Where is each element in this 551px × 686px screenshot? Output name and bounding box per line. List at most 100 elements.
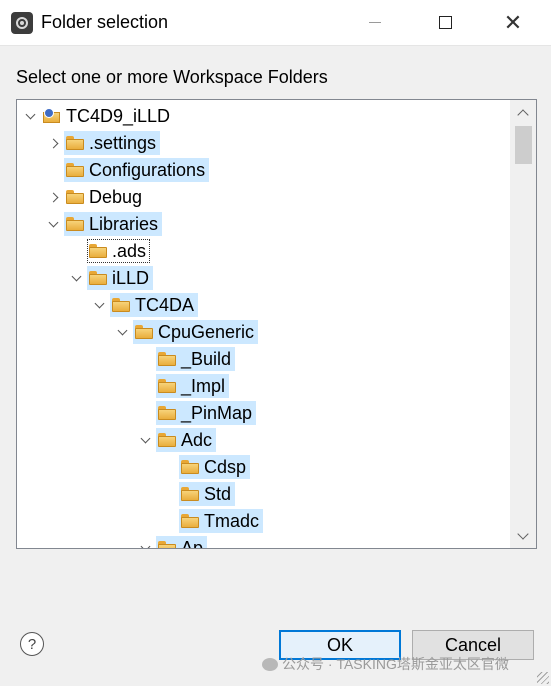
- tree-item-body[interactable]: Debug: [64, 185, 146, 209]
- tree-item-body[interactable]: Std: [179, 482, 236, 506]
- tree-item-body[interactable]: _Impl: [156, 374, 230, 398]
- scrollbar-thumb[interactable]: [515, 126, 532, 164]
- tree-item[interactable]: _Impl: [138, 373, 230, 399]
- minimize-icon[interactable]: [352, 0, 398, 45]
- tree-item-label: .ads: [112, 240, 147, 261]
- chevron-down-icon[interactable]: [23, 103, 37, 129]
- chevron-down-icon[interactable]: [92, 292, 106, 318]
- tree-item[interactable]: Std: [161, 481, 236, 507]
- folder-icon: [158, 406, 176, 420]
- tree-item-body[interactable]: .settings: [64, 131, 161, 155]
- tree-item-body[interactable]: iLLD: [87, 266, 154, 290]
- folder-icon: [66, 217, 84, 231]
- tree-item-label: Adc: [181, 429, 213, 450]
- tree-item-body[interactable]: TC4D9_iLLD: [41, 104, 174, 128]
- title-bar: Folder selection ✕: [0, 0, 551, 46]
- tree-item[interactable]: Cdsp: [161, 454, 251, 480]
- watermark-text: 公众号 · TASKING塔斯金亚太区官微: [282, 656, 509, 672]
- tree-item[interactable]: .ads: [69, 238, 151, 264]
- tree-item-label: Std: [204, 483, 232, 504]
- chevron-down-icon[interactable]: [138, 427, 152, 453]
- tree-item[interactable]: Tmadc: [161, 508, 264, 534]
- watermark: 公众号 · TASKING塔斯金亚太区官微: [262, 654, 509, 674]
- tree-item-label: TC4D9_iLLD: [66, 105, 171, 126]
- dialog-prompt: Select one or more Workspace Folders: [16, 67, 328, 87]
- resize-grip-icon[interactable]: [537, 672, 549, 684]
- tree-item-label: Tmadc: [204, 510, 260, 531]
- tree-item-body[interactable]: _Build: [156, 347, 236, 371]
- chevron-down-icon[interactable]: [115, 319, 129, 345]
- tree-item-body[interactable]: _PinMap: [156, 401, 257, 425]
- folder-icon: [112, 298, 130, 312]
- folder-icon: [158, 352, 176, 366]
- window-title: Folder selection: [41, 12, 169, 32]
- tree-item-label: Configurations: [89, 159, 206, 180]
- scroll-down-icon[interactable]: [510, 524, 536, 548]
- tree-item[interactable]: .settings: [46, 130, 161, 156]
- tree-item[interactable]: Adc: [138, 427, 217, 453]
- folder-icon: [158, 433, 176, 447]
- tree-item-label: CpuGeneric: [158, 321, 255, 342]
- tree-item-label: Cdsp: [204, 456, 247, 477]
- tree-item-body[interactable]: Configurations: [64, 158, 210, 182]
- chevron-right-icon[interactable]: [46, 184, 60, 210]
- tree-item-label: TC4DA: [135, 294, 195, 315]
- wechat-icon: [262, 657, 278, 671]
- tree-item[interactable]: iLLD: [69, 265, 154, 291]
- tree-item-body[interactable]: Ap: [156, 536, 208, 549]
- folder-tree[interactable]: TC4D9_iLLD .settings Configurations Debug Li…: [16, 99, 537, 549]
- folder-icon: [89, 244, 107, 258]
- tree-item-label: _Impl: [181, 375, 226, 396]
- chevron-down-icon[interactable]: [138, 535, 152, 548]
- tree-item-label: _PinMap: [181, 402, 253, 423]
- app-logo-icon: [11, 12, 33, 34]
- tree-item[interactable]: TC4DA: [92, 292, 199, 318]
- folder-icon: [66, 190, 84, 204]
- folder-icon: [158, 541, 176, 548]
- tree-item-body[interactable]: TC4DA: [110, 293, 199, 317]
- tree-item[interactable]: Debug: [46, 184, 146, 210]
- help-icon[interactable]: ?: [20, 632, 44, 656]
- folder-icon: [66, 163, 84, 177]
- folder-tree-viewport: TC4D9_iLLD .settings Configurations Debug Li…: [17, 100, 510, 548]
- tree-item-label: .settings: [89, 132, 157, 153]
- chevron-down-icon[interactable]: [46, 211, 60, 237]
- folder-icon: [66, 136, 84, 150]
- tree-item-body[interactable]: Cdsp: [179, 455, 251, 479]
- folder-icon: [89, 271, 107, 285]
- tree-item-label: Ap: [181, 537, 204, 549]
- maximize-icon[interactable]: [422, 0, 468, 45]
- tree-item[interactable]: TC4D9_iLLD: [23, 103, 174, 129]
- tree-item[interactable]: _Build: [138, 346, 236, 372]
- chevron-right-icon[interactable]: [46, 130, 60, 156]
- tree-item-body[interactable]: .ads: [87, 239, 151, 263]
- tree-item-body[interactable]: Adc: [156, 428, 217, 452]
- folder-icon: [181, 487, 199, 501]
- chevron-down-icon[interactable]: [69, 265, 83, 291]
- tree-item-body[interactable]: Libraries: [64, 212, 163, 236]
- folder-icon: [135, 325, 153, 339]
- tree-item[interactable]: Configurations: [46, 157, 210, 183]
- tree-item-label: _Build: [181, 348, 232, 369]
- tree-item-body[interactable]: CpuGeneric: [133, 320, 259, 344]
- tree-item[interactable]: _PinMap: [138, 400, 257, 426]
- vertical-scrollbar[interactable]: [510, 100, 536, 548]
- tree-item-label: Debug: [89, 186, 143, 207]
- scroll-up-icon[interactable]: [510, 100, 536, 124]
- tree-item-label: Libraries: [89, 213, 159, 234]
- close-icon[interactable]: ✕: [490, 0, 536, 45]
- folder-icon: [158, 379, 176, 393]
- tree-item[interactable]: Ap: [138, 535, 208, 549]
- folder-icon: [181, 460, 199, 474]
- tree-item-body[interactable]: Tmadc: [179, 509, 264, 533]
- tree-item-label: iLLD: [112, 267, 150, 288]
- tree-item[interactable]: CpuGeneric: [115, 319, 259, 345]
- tree-item[interactable]: Libraries: [46, 211, 163, 237]
